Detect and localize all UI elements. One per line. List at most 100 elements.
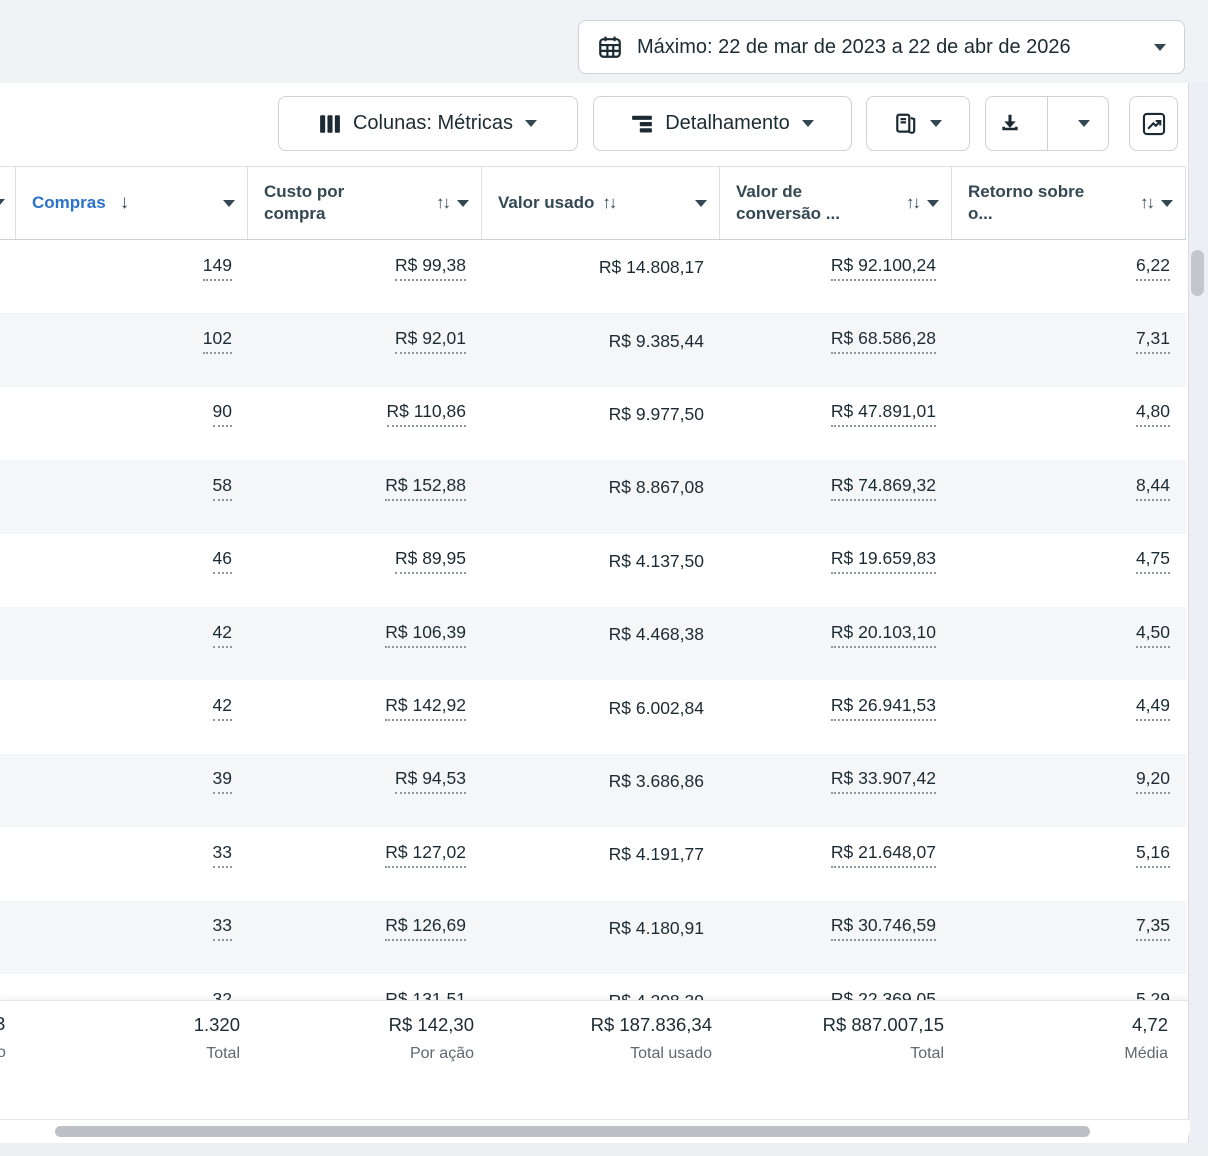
cell-custo_por_compra[interactable]: R$ 110,86 [248, 401, 482, 427]
cell-value[interactable]: 7,35 [1136, 915, 1170, 941]
cell-custo_por_compra[interactable]: R$ 126,69 [248, 915, 482, 941]
cell-value[interactable]: 6,22 [1136, 255, 1170, 281]
cell-valor_conversao[interactable]: R$ 19.659,83 [720, 548, 952, 574]
chevron-down-icon[interactable] [223, 200, 235, 207]
column-header-compras[interactable]: Compras ↓ [16, 167, 248, 239]
date-range-button[interactable]: Máximo: 22 de mar de 2023 a 22 de abr de… [578, 20, 1185, 74]
cell-value[interactable]: 42 [213, 695, 232, 721]
cell-compras[interactable]: 102 [16, 328, 248, 354]
cell-valor_conversao[interactable]: R$ 47.891,01 [720, 401, 952, 427]
cell-custo_por_compra[interactable]: R$ 89,95 [248, 548, 482, 574]
cell-compras[interactable]: 46 [16, 548, 248, 574]
reports-button[interactable] [866, 96, 970, 151]
cell-value[interactable]: 4,80 [1136, 401, 1170, 427]
cell-value[interactable]: 90 [213, 401, 232, 427]
cell-value[interactable]: R$ 126,69 [385, 915, 466, 941]
sort-toggle-icon[interactable]: ↑↓ [906, 193, 919, 213]
cell-value[interactable]: R$ 92.100,24 [831, 255, 936, 281]
cell-value[interactable]: R$ 131,51 [385, 989, 466, 1000]
cell-value[interactable]: R$ 22.369,05 [831, 989, 936, 1000]
vertical-scrollbar-thumb[interactable] [1191, 250, 1204, 296]
column-header-valor-de-conversao[interactable]: Valor de conversão ... ↑↓ [720, 167, 952, 239]
cell-value[interactable]: R$ 74.869,32 [831, 475, 936, 501]
cell-custo_por_compra[interactable]: R$ 127,02 [248, 842, 482, 868]
cell-value[interactable]: R$ 106,39 [385, 622, 466, 648]
cell-value[interactable]: R$ 152,88 [385, 475, 466, 501]
table-row[interactable]: 42R$ 142,92R$ 6.002,84R$ 26.941,534,49 [0, 680, 1186, 753]
export-options-button[interactable] [1060, 97, 1109, 150]
cell-compras[interactable]: 32 [16, 989, 248, 1000]
table-row[interactable]: 90R$ 110,86R$ 9.977,50R$ 47.891,014,80 [0, 387, 1186, 460]
cell-compras[interactable]: 149 [16, 255, 248, 281]
cell-valor_conversao[interactable]: R$ 20.103,10 [720, 622, 952, 648]
cell-value[interactable]: 4,49 [1136, 695, 1170, 721]
table-row[interactable]: 102R$ 92,01R$ 9.385,44R$ 68.586,287,31 [0, 313, 1186, 386]
cell-value[interactable]: 5,16 [1136, 842, 1170, 868]
cell-value[interactable]: 46 [213, 548, 232, 574]
cell-valor_conversao[interactable]: R$ 22.369,05 [720, 989, 952, 1000]
sort-toggle-icon[interactable]: ↑↓ [1140, 193, 1153, 213]
cell-custo_por_compra[interactable]: R$ 152,88 [248, 475, 482, 501]
cell-value[interactable]: R$ 89,95 [395, 548, 466, 574]
cell-value[interactable]: R$ 127,02 [385, 842, 466, 868]
cell-compras[interactable]: 90 [16, 401, 248, 427]
cell-value[interactable]: R$ 110,86 [387, 401, 466, 427]
columns-button[interactable]: Colunas: Métricas [278, 96, 578, 151]
cell-valor_conversao[interactable]: R$ 92.100,24 [720, 255, 952, 281]
cell-retorno[interactable]: 4,80 [952, 401, 1186, 427]
cell-custo_por_compra[interactable]: R$ 99,38 [248, 255, 482, 281]
cell-value[interactable]: 9,20 [1136, 768, 1170, 794]
cell-retorno[interactable]: 4,49 [952, 695, 1186, 721]
horizontal-scrollbar-thumb[interactable] [55, 1126, 1090, 1137]
cell-custo_por_compra[interactable]: R$ 94,53 [248, 768, 482, 794]
table-row[interactable]: 42R$ 106,39R$ 4.468,38R$ 20.103,104,50 [0, 607, 1186, 680]
cell-retorno[interactable]: 8,44 [952, 475, 1186, 501]
cell-retorno[interactable]: 9,20 [952, 768, 1186, 794]
cell-value[interactable]: 32 [213, 989, 232, 1000]
export-split-button[interactable] [985, 96, 1109, 151]
table-row[interactable]: 149R$ 99,38R$ 14.808,17R$ 92.100,246,22 [0, 240, 1186, 313]
cell-custo_por_compra[interactable]: R$ 106,39 [248, 622, 482, 648]
column-header-valor-usado[interactable]: Valor usado ↑↓ [482, 167, 720, 239]
cell-value[interactable]: 33 [213, 842, 232, 868]
cell-valor_conversao[interactable]: R$ 21.648,07 [720, 842, 952, 868]
breakdown-button[interactable]: Detalhamento [593, 96, 852, 151]
cell-compras[interactable]: 42 [16, 695, 248, 721]
charts-button[interactable] [1129, 96, 1178, 151]
cell-retorno[interactable]: 4,50 [952, 622, 1186, 648]
cell-value[interactable]: 42 [213, 622, 232, 648]
cell-retorno[interactable]: 4,75 [952, 548, 1186, 574]
table-row[interactable]: 39R$ 94,53R$ 3.686,86R$ 33.907,429,20 [0, 754, 1186, 827]
chevron-down-icon[interactable] [457, 200, 469, 207]
cell-retorno[interactable]: 7,35 [952, 915, 1186, 941]
vertical-scrollbar-track[interactable] [1188, 83, 1208, 1143]
cell-valor_conversao[interactable]: R$ 30.746,59 [720, 915, 952, 941]
sort-toggle-icon[interactable]: ↑↓ [436, 193, 449, 213]
cell-compras[interactable]: 33 [16, 915, 248, 941]
cell-value[interactable]: 4,75 [1136, 548, 1170, 574]
cell-value[interactable]: 4,50 [1136, 622, 1170, 648]
cell-valor_conversao[interactable]: R$ 33.907,42 [720, 768, 952, 794]
cell-value[interactable]: R$ 92,01 [395, 328, 466, 354]
cell-value[interactable]: R$ 47.891,01 [831, 401, 936, 427]
table-row[interactable]: 33R$ 126,69R$ 4.180,91R$ 30.746,597,35 [0, 901, 1186, 974]
cell-value[interactable]: 102 [203, 328, 232, 354]
sort-toggle-icon[interactable]: ↑↓ [602, 193, 615, 213]
cell-value[interactable]: 149 [203, 255, 232, 281]
cell-custo_por_compra[interactable]: R$ 92,01 [248, 328, 482, 354]
chevron-down-icon[interactable] [695, 200, 707, 207]
column-header-retorno[interactable]: Retorno sobre o... ↑↓ [952, 167, 1186, 239]
cell-retorno[interactable]: 5,29 [952, 989, 1186, 1000]
cell-valor_conversao[interactable]: R$ 74.869,32 [720, 475, 952, 501]
cell-value[interactable]: 39 [213, 768, 232, 794]
cell-value[interactable]: 8,44 [1136, 475, 1170, 501]
cell-value[interactable]: R$ 68.586,28 [831, 328, 936, 354]
cell-value[interactable]: 7,31 [1136, 328, 1170, 354]
cell-value[interactable]: R$ 26.941,53 [831, 695, 936, 721]
cell-value[interactable]: 58 [213, 475, 232, 501]
cell-custo_por_compra[interactable]: R$ 142,92 [248, 695, 482, 721]
cell-value[interactable]: R$ 33.907,42 [831, 768, 936, 794]
table-row[interactable]: 46R$ 89,95R$ 4.137,50R$ 19.659,834,75 [0, 534, 1186, 607]
cell-retorno[interactable]: 6,22 [952, 255, 1186, 281]
cell-value[interactable]: 33 [213, 915, 232, 941]
